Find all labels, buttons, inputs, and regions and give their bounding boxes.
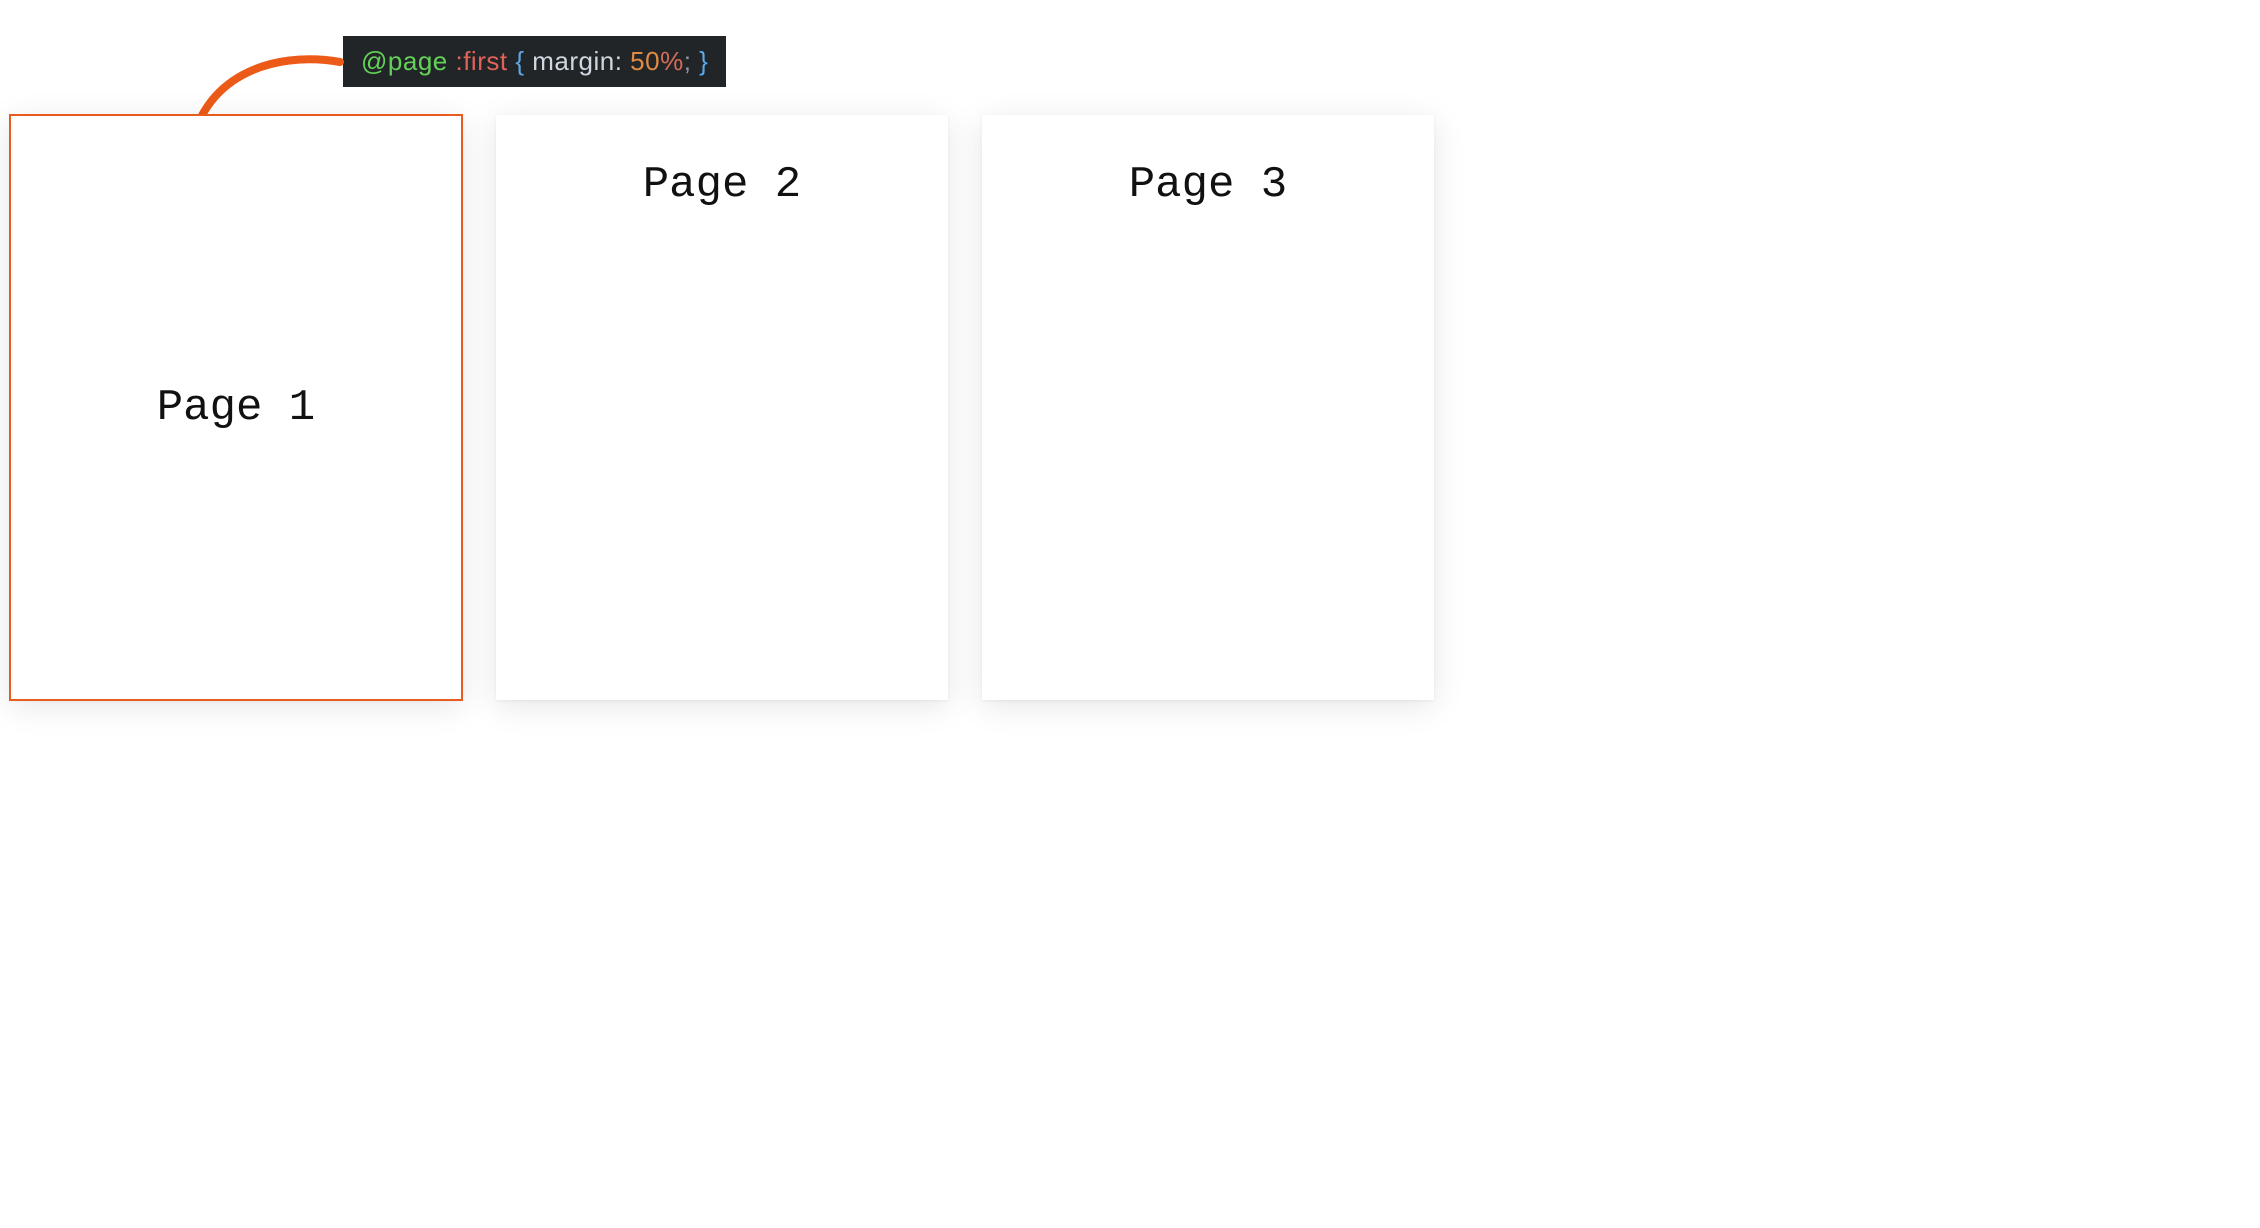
page-3-label: Page 3 <box>1129 160 1287 210</box>
page-3-preview: Page 3 <box>982 115 1434 700</box>
code-value: 50 <box>630 46 660 76</box>
code-semicolon: ; <box>684 46 699 76</box>
page-1-preview: Page 1 <box>10 115 462 700</box>
code-pseudo: :first <box>455 46 515 76</box>
page-2-preview: Page 2 <box>496 115 948 700</box>
css-code-snippet: @page :first { margin: 50%; } <box>343 36 726 87</box>
code-unit: % <box>660 46 684 76</box>
code-open-bracket: { <box>515 46 532 76</box>
page-2-label: Page 2 <box>643 160 801 210</box>
code-property: margin <box>532 46 614 76</box>
pages-row: Page 1 Page 2 Page 3 <box>10 115 1434 700</box>
code-close-bracket: } <box>699 46 708 76</box>
code-colon: : <box>615 46 630 76</box>
page-1-label: Page 1 <box>157 383 315 433</box>
